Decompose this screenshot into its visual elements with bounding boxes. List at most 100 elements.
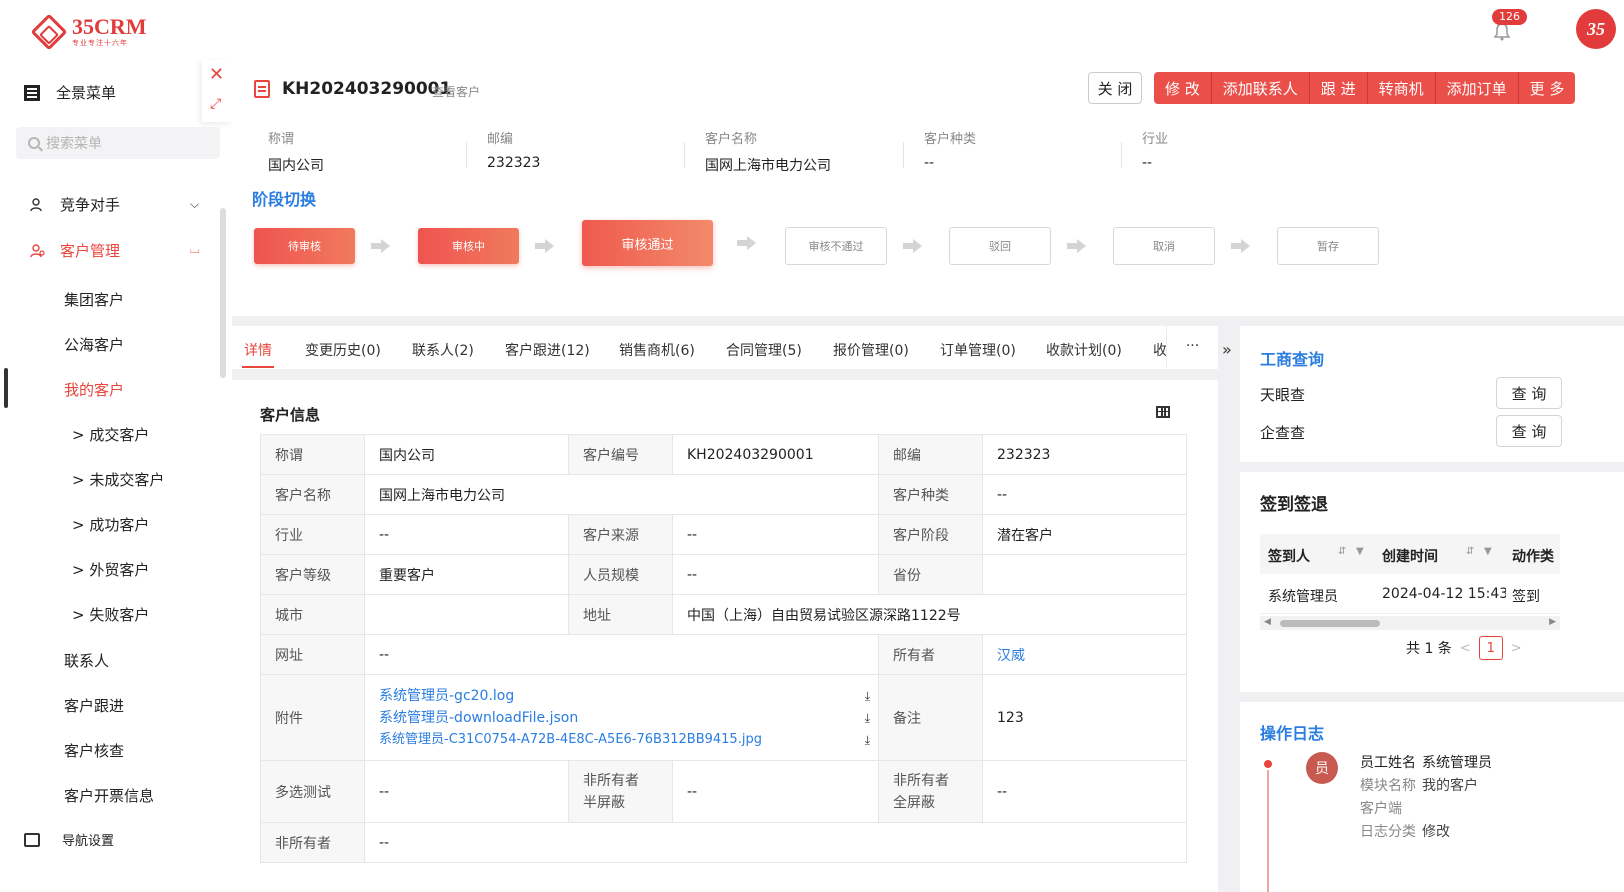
tab-payment-plans[interactable]: 收款计划(0)	[1046, 340, 1122, 360]
column-header: 创建时间	[1382, 549, 1438, 565]
add-order-button[interactable]: 添加订单	[1436, 72, 1519, 104]
tab-followups[interactable]: 客户跟进(12)	[505, 340, 590, 360]
qichacha-query-button[interactable]: 查 询	[1496, 415, 1562, 447]
tab-contacts[interactable]: 联系人(2)	[412, 340, 474, 360]
menu-search-input[interactable]: 搜索菜单	[16, 127, 220, 159]
divider	[903, 142, 904, 168]
summary-customer-type: 客户种类 --	[924, 132, 977, 171]
customer-icon	[30, 243, 45, 257]
collapse-panel-icon[interactable]: »	[1222, 340, 1232, 359]
stage-approved[interactable]: 审核通过	[582, 220, 713, 266]
sidebar-sub-followups[interactable]: 客户跟进	[64, 695, 124, 716]
stage-under-review[interactable]: 审核中	[418, 228, 519, 264]
sidebar-item-customers[interactable]: 客户管理	[30, 240, 120, 261]
edit-button[interactable]: 修 改	[1154, 72, 1212, 104]
sort-icon[interactable]: ⇵	[1466, 546, 1474, 557]
bell-icon[interactable]	[1492, 22, 1512, 42]
tab-change-history[interactable]: 变更历史(0)	[305, 340, 381, 360]
download-icon[interactable]: ⤓	[865, 685, 870, 707]
field-value: --	[672, 554, 879, 595]
sidebar-sub-foreign-customers[interactable]: > 外贸客户	[72, 559, 149, 580]
tab-details[interactable]: 详情	[244, 340, 272, 360]
sidebar-sub-nondeal-customers[interactable]: > 未成交客户	[72, 469, 164, 490]
field-label: 客户名称	[260, 474, 365, 515]
tab-contracts[interactable]: 合同管理(5)	[726, 340, 802, 360]
horizontal-scrollbar[interactable]: ◀ ▶	[1260, 616, 1560, 630]
sidebar-sub-success-customers[interactable]: > 成功客户	[72, 514, 149, 535]
sidebar-sub-my-customers[interactable]: 我的客户	[64, 379, 124, 400]
detail-header: KH202403290001 查看客户 关 闭 修 改 添加联系人 跟 进 转商…	[232, 60, 1624, 316]
close-icon[interactable]: ✕	[209, 66, 224, 84]
customer-info-table: 称谓 国内公司 客户编号 KH202403290001 邮编 232323 客户…	[260, 434, 1187, 863]
filter-icon[interactable]: ▼	[1484, 546, 1492, 557]
sign-in-out-panel: 签到签退 签到人 ⇵ ▼ 创建时间 ⇵ ▼ 动作类 系统管理员 2024-04-…	[1240, 472, 1624, 692]
stage-returned[interactable]: 驳回	[949, 227, 1051, 265]
tab-quotes[interactable]: 报价管理(0)	[833, 340, 909, 360]
business-query-title: 工商查询	[1260, 350, 1325, 369]
scroll-right-icon[interactable]: ▶	[1549, 617, 1556, 627]
stage-rejected[interactable]: 审核不通过	[785, 227, 887, 265]
sidebar-sub-group-customers[interactable]: 集团客户	[64, 289, 124, 310]
attachment-link[interactable]: 系统管理员-gc20.log	[379, 685, 514, 707]
customer-detail-drawer: KH202403290001 查看客户 关 闭 修 改 添加联系人 跟 进 转商…	[232, 60, 1624, 892]
prev-page-icon[interactable]: <	[1460, 641, 1471, 656]
field-value: 潜在客户	[982, 514, 1187, 555]
stage-draft[interactable]: 暂存	[1277, 227, 1379, 265]
close-button[interactable]: 关 闭	[1088, 72, 1142, 104]
attachment-link[interactable]: 系统管理员-downloadFile.json	[379, 707, 578, 729]
chevron-up-icon[interactable]: ⌴	[190, 242, 200, 257]
sidebar-sub-invoice[interactable]: 客户开票信息	[64, 785, 154, 806]
page-button[interactable]: 1	[1478, 636, 1503, 660]
summary-title: 称谓 国内公司	[268, 132, 324, 174]
detail-tabs-card: 详情 变更历史(0) 联系人(2) 客户跟进(12) 销售商机(6) 合同管理(…	[232, 326, 1218, 892]
attachment-item: 系统管理员-C31C0754-A72B-4E8C-A5E6-76B312BB94…	[379, 729, 870, 751]
stage-pending-review[interactable]: 待审核	[254, 228, 355, 264]
add-contact-button[interactable]: 添加联系人	[1212, 72, 1310, 104]
tab-orders[interactable]: 订单管理(0)	[940, 340, 1016, 360]
table-row: 多选测试 -- 非所有者 半屏蔽 -- 非所有者 全屏蔽 --	[260, 760, 1187, 823]
scroll-left-icon[interactable]: ◀	[1264, 617, 1271, 627]
tab-truncated[interactable]: 收	[1153, 340, 1167, 360]
field-value: --	[982, 760, 1187, 823]
table-layout-icon[interactable]	[1156, 406, 1170, 418]
sidebar-item-competitors[interactable]: 竞争对手	[30, 194, 120, 215]
business-query-panel: 工商查询 天眼查 查 询 企查查 查 询	[1240, 326, 1624, 462]
table-row: 非所有者 --	[260, 822, 1187, 863]
sidebar-sub-contacts[interactable]: 联系人	[64, 650, 109, 671]
download-icon[interactable]: ⤓	[865, 707, 870, 729]
sidebar-scrollbar[interactable]	[220, 208, 226, 378]
filter-icon[interactable]: ▼	[1356, 546, 1364, 557]
download-icon[interactable]: ⤓	[865, 729, 870, 751]
sidebar-sub-verification[interactable]: 客户核查	[64, 740, 124, 761]
chevron-down-icon[interactable]: ⌵	[190, 197, 199, 212]
stage-cancelled[interactable]: 取消	[1113, 227, 1215, 265]
fullscreen-icon[interactable]: ⤢	[210, 96, 221, 112]
sort-icon[interactable]: ⇵	[1338, 546, 1346, 557]
sidebar-sub-deal-customers[interactable]: > 成交客户	[72, 424, 149, 445]
sidebar-sub-failed-customers[interactable]: > 失败客户	[72, 604, 149, 625]
stage-switch-title[interactable]: 阶段切换	[252, 186, 316, 210]
menu-search-placeholder: 搜索菜单	[46, 136, 102, 152]
follow-up-button[interactable]: 跟 进	[1310, 72, 1368, 104]
more-button[interactable]: 更 多	[1519, 72, 1576, 104]
to-opportunity-button[interactable]: 转商机	[1368, 72, 1436, 104]
field-value: --	[672, 760, 879, 823]
nav-settings[interactable]: 导航设置	[24, 830, 114, 849]
user-avatar[interactable]: 35	[1576, 9, 1616, 49]
tianyancha-query-button[interactable]: 查 询	[1496, 377, 1562, 409]
all-menu[interactable]: 全景菜单	[24, 82, 116, 103]
logo[interactable]: 35CRM 专业专注十六年	[30, 13, 147, 50]
notification-badge: 126	[1492, 9, 1527, 25]
scroll-thumb[interactable]	[1280, 620, 1380, 627]
attachment-link[interactable]: 系统管理员-C31C0754-A72B-4E8C-A5E6-76B312BB94…	[379, 729, 762, 751]
next-page-icon[interactable]: >	[1511, 641, 1522, 656]
sidebar-sub-public-customers[interactable]: 公海客户	[64, 334, 124, 355]
tab-opportunities[interactable]: 销售商机(6)	[619, 340, 695, 360]
field-label: 客户阶段	[878, 514, 983, 555]
field-label: 所有者	[878, 634, 983, 675]
field-label: 非所有者	[260, 822, 365, 863]
owner-link[interactable]: 汉威	[982, 634, 1187, 675]
tabs-more-button[interactable]: ···	[1166, 326, 1218, 370]
tab-bar: 详情 变更历史(0) 联系人(2) 客户跟进(12) 销售商机(6) 合同管理(…	[232, 326, 1218, 370]
field-label: 城市	[260, 594, 365, 635]
